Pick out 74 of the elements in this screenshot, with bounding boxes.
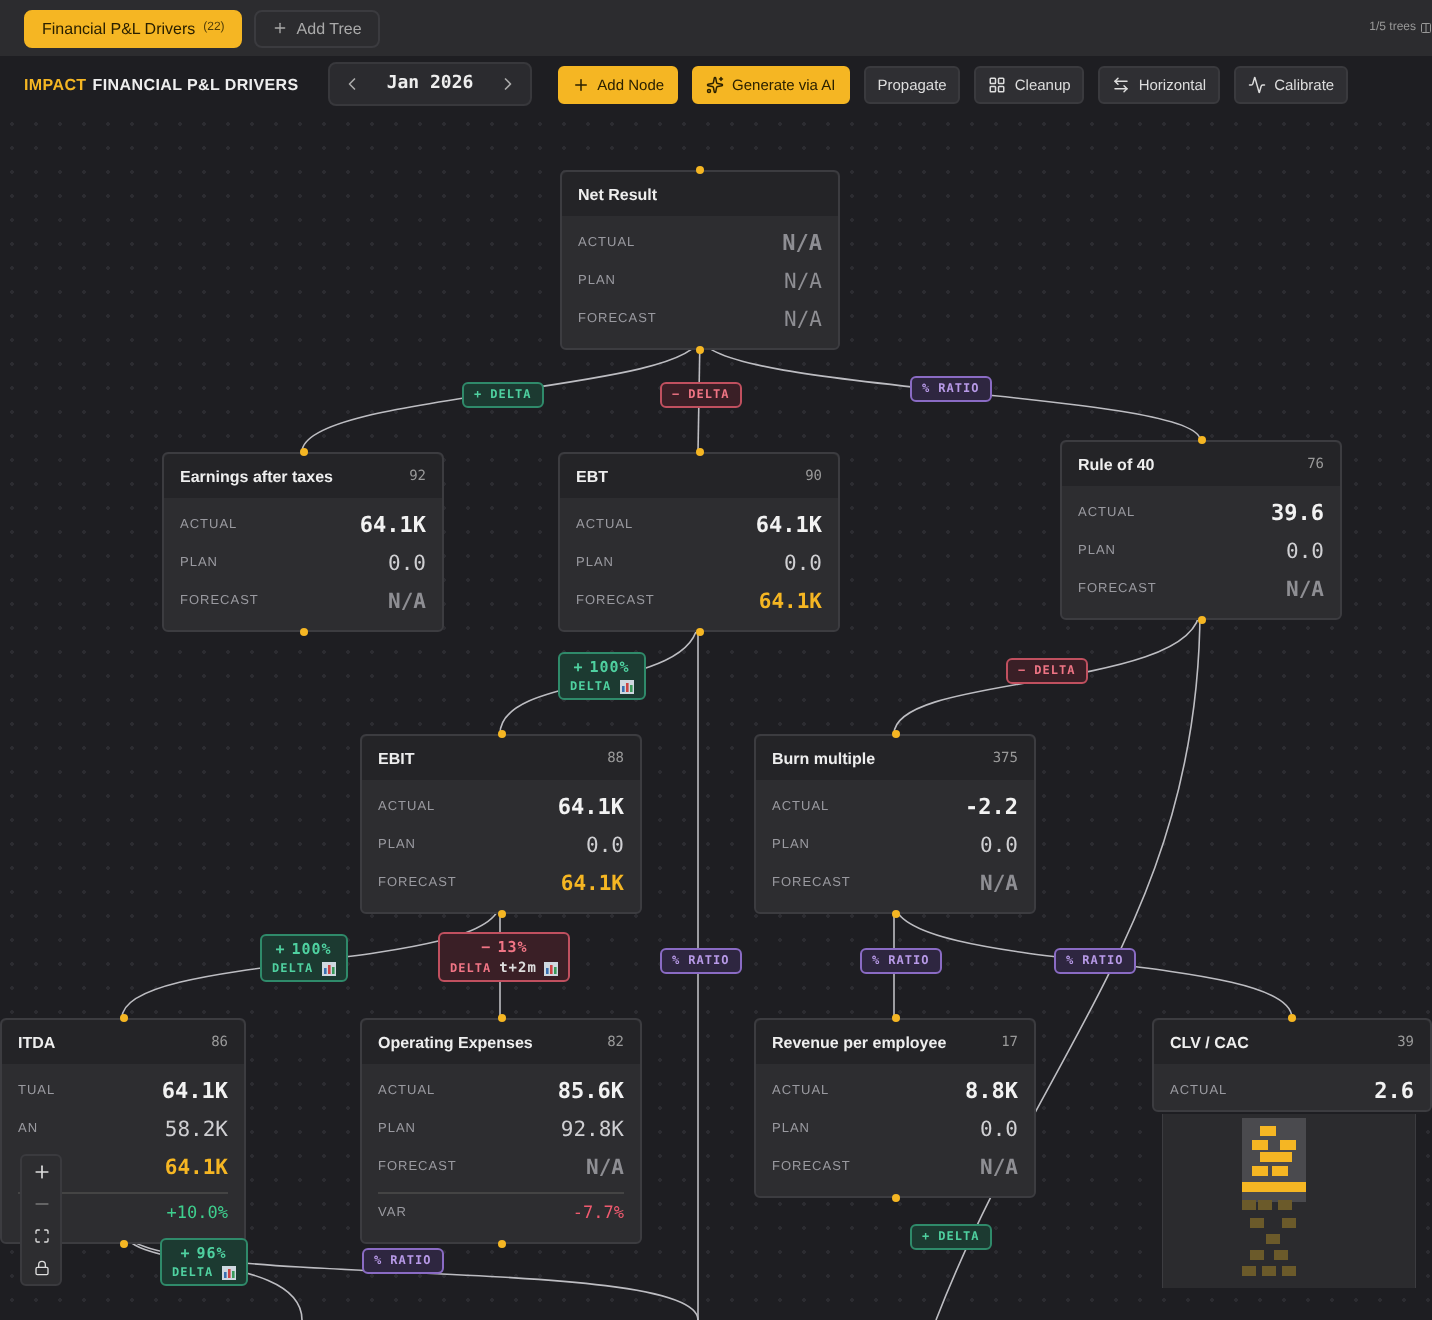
metric-value: 64.1K <box>359 512 426 538</box>
plus-icon <box>31 1162 51 1182</box>
connection-handle[interactable] <box>1197 436 1205 444</box>
connection-handle[interactable] <box>497 910 505 918</box>
grid-icon <box>988 75 1007 93</box>
metric-value: N/A <box>980 871 1018 895</box>
metric-value: 92.8K <box>560 1117 624 1141</box>
node-title: Burn multiple <box>772 749 876 767</box>
metric-value: 64.1K <box>755 512 822 538</box>
node-title: Operating Expenses <box>378 1033 533 1051</box>
metric-value: 0.0 <box>980 1117 1018 1141</box>
variance-value: -7.7% <box>572 1203 624 1223</box>
connection-handle[interactable] <box>1197 616 1205 624</box>
metric-value: 2.6 <box>1374 1078 1414 1104</box>
node-title: EBT <box>576 467 608 485</box>
metric-value: 0.0 <box>980 833 1018 857</box>
metric-value: 8.8K <box>965 1078 1018 1104</box>
connection-handle[interactable] <box>497 1014 505 1022</box>
connection-handle[interactable] <box>119 1014 127 1022</box>
connection-handle[interactable] <box>891 1014 899 1022</box>
add-tree-button[interactable]: Add Tree <box>254 9 380 47</box>
connection-handle[interactable] <box>497 1240 505 1248</box>
connection-handle[interactable] <box>695 448 703 456</box>
metric-value: N/A <box>784 307 822 331</box>
plus-icon <box>571 75 590 93</box>
connection-handle[interactable] <box>299 628 307 636</box>
metric-value: -2.2 <box>965 794 1018 820</box>
connection-handle[interactable] <box>696 166 704 174</box>
title-prefix: IMPACT <box>24 75 87 93</box>
connection-handle[interactable] <box>695 628 703 636</box>
node-title: CLV / CAC <box>1170 1033 1249 1051</box>
metric-value: 0.0 <box>1286 539 1324 563</box>
metric-value: 64.1K <box>161 1078 228 1104</box>
node-title: Net Result <box>578 185 658 203</box>
tree-title: FINANCIAL P&L DRIVERS <box>92 75 299 93</box>
lock-icon <box>33 1260 49 1276</box>
connection-handle[interactable] <box>1288 1014 1296 1022</box>
metric-value: N/A <box>782 230 822 256</box>
metric-value: N/A <box>388 589 426 613</box>
metric-value: 64.1K <box>560 871 624 895</box>
swap-arrows-icon <box>1112 75 1131 93</box>
pulse-icon <box>1248 75 1267 93</box>
connection-handle[interactable] <box>891 1194 899 1202</box>
connection-handle[interactable] <box>696 346 704 354</box>
node-title: Earnings after taxes <box>180 467 333 485</box>
metric-value: N/A <box>1286 577 1324 601</box>
metric-value: 0.0 <box>388 551 426 575</box>
connection-handle[interactable] <box>891 910 899 918</box>
panel-icon[interactable] <box>1420 18 1432 38</box>
metric-value: 39.6 <box>1271 500 1324 526</box>
variance-value: +10.0% <box>166 1203 228 1223</box>
metric-value: 85.6K <box>557 1078 624 1104</box>
metric-value: 58.2K <box>164 1117 228 1141</box>
connection-handle[interactable] <box>119 1240 127 1248</box>
metric-value: 0.0 <box>784 551 822 575</box>
connection-handle[interactable] <box>891 730 899 738</box>
plus-icon <box>272 20 289 36</box>
connection-handle[interactable] <box>299 448 307 456</box>
node-title: Revenue per employee <box>772 1033 947 1051</box>
connection-handle[interactable] <box>497 730 505 738</box>
metric-value: 0.0 <box>586 833 624 857</box>
metric-value: 64.1K <box>557 794 624 820</box>
period-text: Jan 2026 <box>386 74 474 94</box>
sparkle-icon <box>706 75 725 93</box>
metric-value: N/A <box>586 1155 624 1179</box>
node-title: Rule of 40 <box>1078 455 1155 473</box>
node-title: ITDA <box>18 1033 56 1051</box>
metric-value: N/A <box>784 269 822 293</box>
fit-view-icon <box>33 1228 49 1244</box>
minimap[interactable] <box>1162 1114 1416 1288</box>
metric-value: 64.1K <box>164 1155 228 1179</box>
metric-value: N/A <box>980 1155 1018 1179</box>
node-title: EBIT <box>378 749 415 767</box>
metric-value: 64.1K <box>758 589 822 613</box>
